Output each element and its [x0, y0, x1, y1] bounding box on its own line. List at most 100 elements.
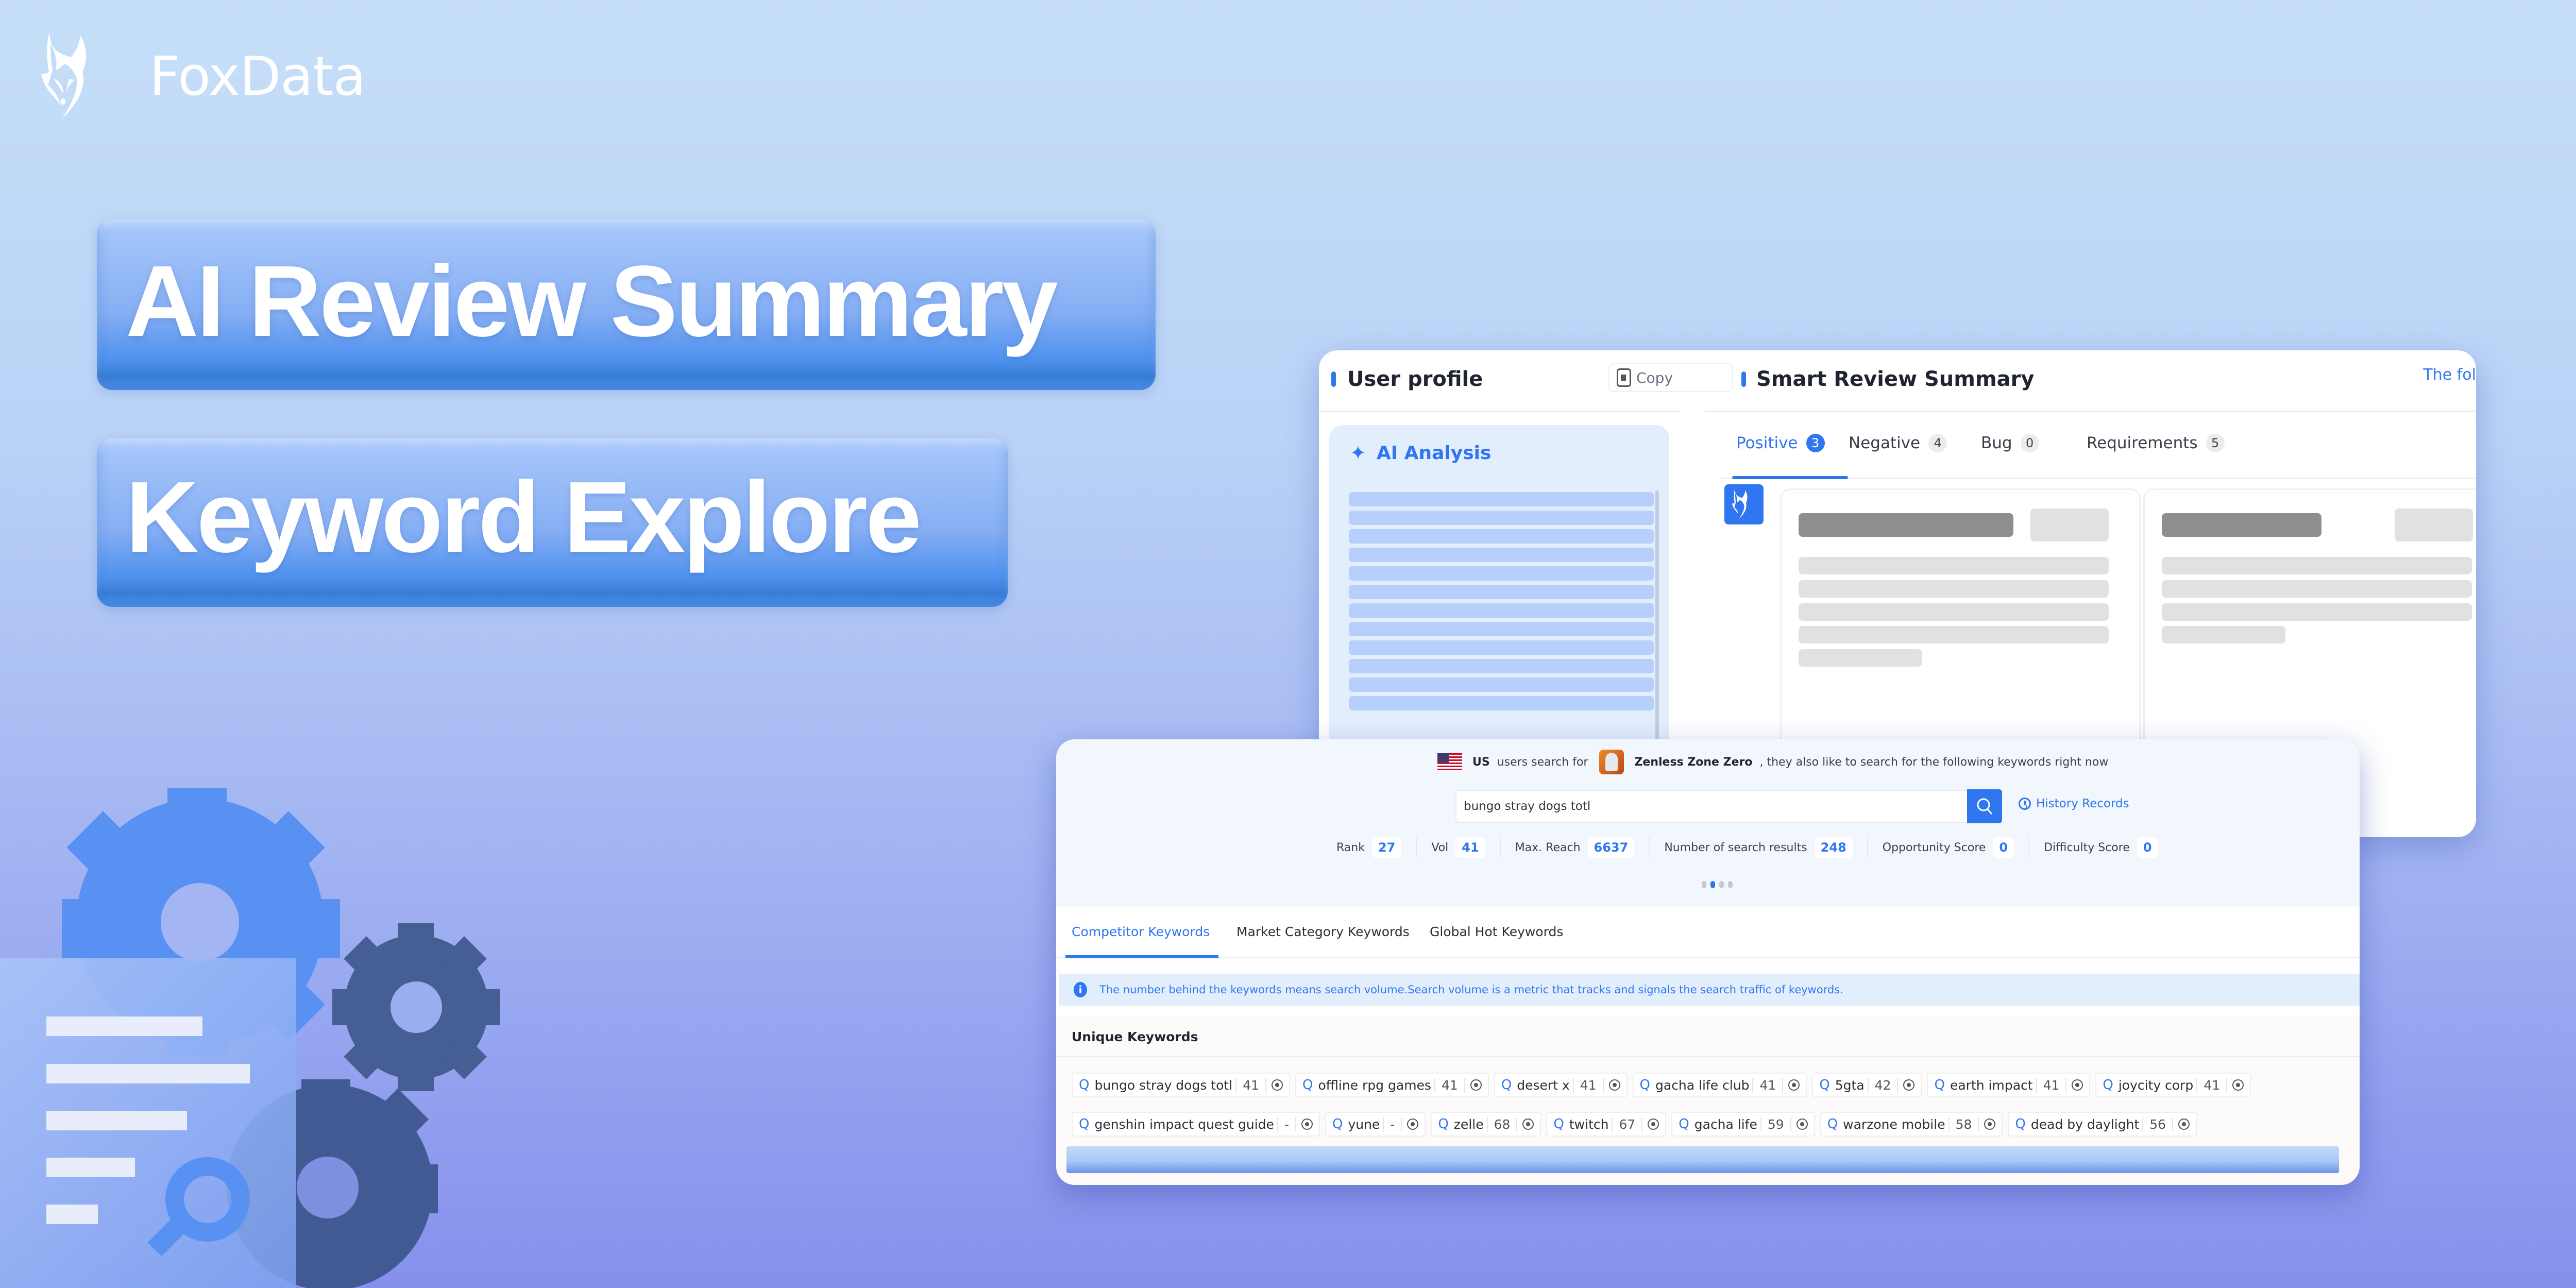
keyword-text: gacha life club [1655, 1077, 1750, 1093]
carousel-dot[interactable] [1710, 881, 1715, 888]
target-icon[interactable] [2072, 1079, 2083, 1091]
keyword-text: dead by daylight [2030, 1116, 2140, 1132]
skeleton-line [1349, 492, 1654, 506]
review-tabs: Positive 3 Negative 4 Bug 0 Requirements… [1721, 412, 2476, 479]
keyword-chip[interactable]: Qbungo stray dogs totl 41 [1072, 1073, 1290, 1097]
keyword-text: desert x [1517, 1077, 1570, 1093]
tab-requirements[interactable]: Requirements 5 [2087, 434, 2225, 452]
keyword-chip[interactable]: Qzelle 68 [1431, 1112, 1541, 1137]
search-icon: Q [1827, 1116, 1838, 1132]
target-icon[interactable] [1301, 1118, 1313, 1130]
keyword-chip[interactable]: Qwarzone mobile 58 [1820, 1112, 2003, 1137]
skeleton-line [2162, 626, 2285, 643]
target-icon[interactable] [1903, 1079, 1915, 1091]
target-icon[interactable] [1608, 1079, 1620, 1091]
ai-analysis-title: ✦ AI Analysis [1350, 442, 1492, 464]
keyword-text: bungo stray dogs totl [1094, 1077, 1233, 1093]
skeleton-badge [2030, 509, 2109, 541]
headline-text: Keyword Explore [126, 461, 922, 573]
target-icon[interactable] [1522, 1118, 1534, 1130]
keyword-tabs: Competitor Keywords Market Category Keyw… [1056, 907, 2360, 958]
keyword-chip[interactable]: Qyune - [1325, 1112, 1426, 1137]
skeleton-title [1799, 513, 2013, 537]
skeleton-line [1349, 640, 1654, 655]
search-button[interactable] [1967, 789, 2002, 823]
skeleton-line [1349, 696, 1654, 710]
target-icon[interactable] [2232, 1079, 2244, 1091]
tab-market-category-keywords[interactable]: Market Category Keywords [1236, 924, 1410, 939]
ai-analysis-skeleton [1349, 492, 1654, 715]
keyword-volume: 41 [1434, 1077, 1465, 1093]
search-icon: Q [1438, 1116, 1449, 1132]
history-records-link[interactable]: History Records [2019, 797, 2129, 810]
keyword-volume: 67 [1612, 1116, 1643, 1132]
fade-bar [1066, 1146, 2339, 1173]
divider [1056, 1056, 2360, 1057]
carousel-dot[interactable] [1728, 881, 1733, 888]
keyword-chip[interactable]: Qearth impact 41 [1927, 1073, 2091, 1097]
keyword-volume: 41 [1235, 1077, 1266, 1093]
carousel-dots [1702, 881, 1733, 888]
tab-competitor-keywords[interactable]: Competitor Keywords [1072, 924, 1210, 939]
keyword-volume: 41 [2196, 1077, 2228, 1093]
keyword-chip[interactable]: Qdead by daylight 56 [2008, 1112, 2197, 1137]
keyword-text: offline rpg games [1318, 1077, 1431, 1093]
tab-positive[interactable]: Positive 3 [1736, 434, 1825, 452]
brand-name: FoxData [149, 45, 366, 108]
search-icon [1977, 798, 1993, 815]
keyword-chip[interactable]: Qgacha life club 41 [1632, 1073, 1807, 1097]
target-icon[interactable] [1648, 1118, 1659, 1130]
keyword-chip[interactable]: Q 5gta 42 [1812, 1073, 1922, 1097]
target-icon[interactable] [1470, 1079, 1482, 1091]
unique-keywords-section: Unique Keywords Qbungo stray dogs totl 41… [1056, 1015, 2360, 1185]
keyword-search-input[interactable]: bungo stray dogs totl [1455, 790, 1986, 823]
tab-count-badge: 0 [2020, 434, 2039, 452]
skeleton-line [1349, 677, 1654, 692]
keyword-chip[interactable]: Qdesert x 41 [1494, 1073, 1628, 1097]
keyword-volume: 59 [1760, 1116, 1791, 1132]
search-icon: Q [1553, 1116, 1564, 1132]
tab-global-hot-keywords[interactable]: Global Hot Keywords [1430, 924, 1563, 939]
keyword-text: joycity corp [2118, 1077, 2194, 1093]
skeleton-title [2162, 513, 2321, 537]
search-icon: Q [1639, 1077, 1650, 1093]
target-icon[interactable] [1788, 1079, 1800, 1091]
skeleton-badge [2395, 509, 2473, 541]
keyword-chip[interactable]: Qoffline rpg games 41 [1295, 1073, 1489, 1097]
metric-vol: Vol 41 [1417, 837, 1501, 858]
keyword-text: twitch [1569, 1116, 1609, 1132]
keyword-intro: US users search for Zenless Zone Zero , … [1437, 750, 2108, 774]
carousel-dot[interactable] [1719, 881, 1724, 888]
search-icon: Q [1501, 1077, 1512, 1093]
skeleton-line [1349, 585, 1654, 599]
history-icon [2019, 798, 2031, 810]
smart-review-note-link[interactable]: The fol [2423, 366, 2476, 384]
tab-bug[interactable]: Bug 0 [1981, 434, 2039, 452]
metric-rank: Rank 27 [1336, 837, 1417, 858]
carousel-dot[interactable] [1702, 881, 1706, 888]
search-icon: Q [1079, 1077, 1090, 1093]
skeleton-line [1349, 529, 1654, 544]
document-icon [0, 958, 296, 1288]
search-icon: Q [1302, 1077, 1313, 1093]
target-icon[interactable] [1984, 1118, 1996, 1130]
tab-count-badge: 3 [1806, 434, 1825, 452]
keyword-chip[interactable]: Qtwitch 67 [1546, 1112, 1667, 1137]
search-icon: Q [1079, 1116, 1090, 1132]
gear-small-icon [332, 923, 500, 1091]
target-icon[interactable] [1796, 1118, 1808, 1130]
tab-negative[interactable]: Negative 4 [1849, 434, 1947, 452]
keyword-row: Qgenshin impact quest guide - Qyune - Qzelle… [1072, 1112, 2197, 1137]
target-icon[interactable] [1271, 1079, 1283, 1091]
metric-max-reach: Max. Reach 6637 [1501, 837, 1650, 858]
keyword-chip[interactable]: Qjoycity corp 41 [2095, 1073, 2251, 1097]
target-icon[interactable] [1407, 1118, 1419, 1130]
keyword-search-header: US users search for Zenless Zone Zero , … [1056, 739, 2360, 907]
title-accent-bar [1331, 371, 1336, 387]
skeleton-line [1349, 548, 1654, 562]
copy-button[interactable]: Copy [1608, 363, 1733, 392]
keyword-chip[interactable]: Qgenshin impact quest guide - [1072, 1112, 1320, 1137]
app-name-link[interactable]: Zenless Zone Zero [1634, 756, 1752, 769]
keyword-chip[interactable]: Qgacha life 59 [1671, 1112, 1815, 1137]
target-icon[interactable] [2178, 1118, 2190, 1130]
